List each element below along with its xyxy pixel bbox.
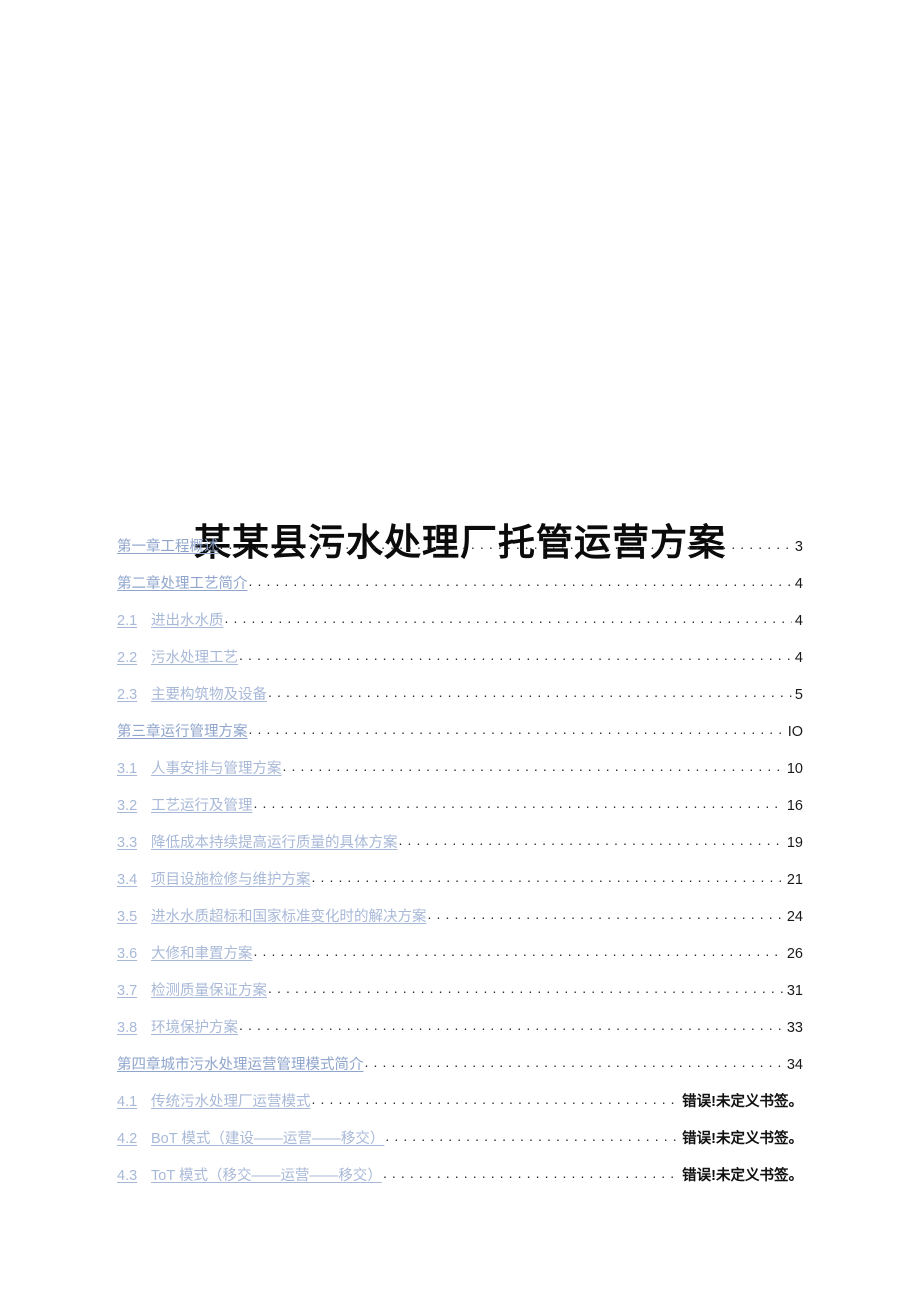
toc-entry-number[interactable]: 3.6 bbox=[117, 944, 151, 964]
toc-entry-number[interactable]: 3.4 bbox=[117, 870, 151, 890]
toc-bookmark-error: 错误!未定义书签。 bbox=[682, 1094, 803, 1110]
toc-entry[interactable]: 第四章城市污水处理运营管理模式简介 34 bbox=[117, 1054, 803, 1091]
toc-entry-label[interactable]: 第四章城市污水处理运营管理模式简介 bbox=[117, 1055, 364, 1075]
toc-entry[interactable]: 3.8环境保护方案 33 bbox=[117, 1017, 803, 1054]
toc-entry-label[interactable]: 降低成本持续提高运行质量的具体方案 bbox=[151, 833, 398, 853]
toc-entry[interactable]: 4.3ToT 模式（移交——运营——移交） 错误!未定义书签。 bbox=[117, 1165, 803, 1202]
toc-entry-label[interactable]: 环境保护方案 bbox=[151, 1018, 238, 1038]
toc-entry-label[interactable]: 第三章运行管理方案 bbox=[117, 722, 248, 742]
toc-dot-leader bbox=[312, 1089, 680, 1110]
toc-page-number: 5 bbox=[794, 687, 803, 703]
toc-entry-number[interactable]: 4.3 bbox=[117, 1166, 151, 1186]
toc-page-number: 34 bbox=[786, 1057, 803, 1073]
toc-entry-number[interactable]: 2.3 bbox=[117, 685, 151, 705]
toc-dot-leader bbox=[268, 682, 792, 703]
toc-entry-label[interactable]: 人事安排与管理方案 bbox=[151, 759, 282, 779]
toc-dot-leader bbox=[239, 645, 792, 666]
toc-dot-leader bbox=[239, 1015, 784, 1036]
toc-entry-number[interactable]: 3.8 bbox=[117, 1018, 151, 1038]
document-page: 某某县污水处理厂托管运营方案 第一章工程概述3第二章处理工艺简介42.1进出水水… bbox=[0, 0, 920, 1301]
toc-page-number: 21 bbox=[786, 872, 803, 888]
toc-entry-label[interactable]: 主要构筑物及设备 bbox=[151, 685, 267, 705]
toc-entry[interactable]: 3.1人事安排与管理方案 10 bbox=[117, 758, 803, 795]
toc-bookmark-error: 错误!未定义书签。 bbox=[682, 1168, 803, 1184]
toc-entry-label[interactable]: 第二章处理工艺简介 bbox=[117, 574, 248, 594]
toc-entry[interactable]: 2.2污水处理工艺 4 bbox=[117, 647, 803, 684]
toc-entry-label[interactable]: 进出水水质 bbox=[151, 611, 224, 631]
toc-dot-leader bbox=[399, 830, 784, 851]
toc-entry-label[interactable]: 工艺运行及管理 bbox=[151, 796, 253, 816]
toc-dot-leader bbox=[254, 793, 784, 814]
toc-page-number: 16 bbox=[786, 798, 803, 814]
toc-entry-label[interactable]: 进水水质超标和国家标准变化时的解决方案 bbox=[151, 907, 427, 927]
toc-entry[interactable]: 第二章处理工艺简介 4 bbox=[117, 573, 803, 610]
toc-entry-label[interactable]: 传统污水处理厂运营模式 bbox=[151, 1092, 311, 1112]
toc-entry[interactable]: 3.2工艺运行及管理 16 bbox=[117, 795, 803, 832]
toc-dot-leader bbox=[249, 571, 792, 592]
toc-entry[interactable]: 3.3降低成本持续提高运行质量的具体方案 19 bbox=[117, 832, 803, 869]
toc-entry[interactable]: 2.3主要构筑物及设备 5 bbox=[117, 684, 803, 721]
toc-page-number: 4 bbox=[794, 650, 803, 666]
toc-entry[interactable]: 2.1进出水水质 4 bbox=[117, 610, 803, 647]
toc-page-number: 4 bbox=[794, 576, 803, 592]
toc-entry[interactable]: 第三章运行管理方案 IO bbox=[117, 721, 803, 758]
toc-entry-label[interactable]: 检测质量保证方案 bbox=[151, 981, 267, 1001]
toc-entry[interactable]: 3.6大修和聿置方案 26 bbox=[117, 943, 803, 980]
toc-entry-number[interactable]: 3.2 bbox=[117, 796, 151, 816]
toc-dot-leader bbox=[249, 719, 785, 740]
toc-entry[interactable]: 3.7检测质量保证方案 31 bbox=[117, 980, 803, 1017]
toc-entry-number[interactable]: 3.5 bbox=[117, 907, 151, 927]
toc-entry-label[interactable]: BoT 模式（建设——运营——移交） bbox=[151, 1129, 384, 1149]
toc-dot-leader bbox=[428, 904, 784, 925]
toc-dot-leader bbox=[268, 978, 784, 999]
table-of-contents: 第一章工程概述 3 第二章处理工艺简介 4 2.1进出水水质 4 2.2污水处理工艺 4 2.3… bbox=[117, 536, 803, 1202]
toc-dot-leader bbox=[220, 534, 792, 555]
toc-entry-number[interactable]: 3.7 bbox=[117, 981, 151, 1001]
toc-page-number: 19 bbox=[786, 835, 803, 851]
toc-dot-leader bbox=[254, 941, 784, 962]
toc-entry[interactable]: 3.4项目设施检修与维护方案 21 bbox=[117, 869, 803, 906]
toc-entry[interactable]: 4.2BoT 模式（建设——运营——移交） 错误!未定义书签。 bbox=[117, 1128, 803, 1165]
toc-page-number: 3 bbox=[794, 539, 803, 555]
toc-entry-number[interactable]: 4.2 bbox=[117, 1129, 151, 1149]
toc-entry-number[interactable]: 2.1 bbox=[117, 611, 151, 631]
toc-bookmark-error: 错误!未定义书签。 bbox=[682, 1131, 803, 1147]
toc-dot-leader bbox=[385, 1126, 679, 1147]
toc-page-number: IO bbox=[787, 724, 803, 740]
toc-entry-number[interactable]: 3.3 bbox=[117, 833, 151, 853]
toc-page-number: 24 bbox=[786, 909, 803, 925]
toc-entry-label[interactable]: 大修和聿置方案 bbox=[151, 944, 253, 964]
toc-dot-leader bbox=[383, 1163, 679, 1184]
toc-entry[interactable]: 第一章工程概述 3 bbox=[117, 536, 803, 573]
toc-entry-number[interactable]: 4.1 bbox=[117, 1092, 151, 1112]
toc-dot-leader bbox=[312, 867, 784, 888]
toc-page-number: 31 bbox=[786, 983, 803, 999]
toc-entry-number[interactable]: 3.1 bbox=[117, 759, 151, 779]
toc-entry[interactable]: 4.1传统污水处理厂运营模式 错误!未定义书签。 bbox=[117, 1091, 803, 1128]
toc-dot-leader bbox=[283, 756, 784, 777]
toc-page-number: 26 bbox=[786, 946, 803, 962]
toc-page-number: 10 bbox=[786, 761, 803, 777]
toc-entry-label[interactable]: 污水处理工艺 bbox=[151, 648, 238, 668]
toc-entry[interactable]: 3.5进水水质超标和国家标准变化时的解决方案 24 bbox=[117, 906, 803, 943]
toc-entry-number[interactable]: 2.2 bbox=[117, 648, 151, 668]
toc-entry-label[interactable]: 第一章工程概述 bbox=[117, 537, 219, 557]
toc-page-number: 4 bbox=[794, 613, 803, 629]
toc-dot-leader bbox=[365, 1052, 784, 1073]
toc-entry-label[interactable]: ToT 模式（移交——运营——移交） bbox=[151, 1166, 382, 1186]
toc-page-number: 33 bbox=[786, 1020, 803, 1036]
toc-dot-leader bbox=[225, 608, 792, 629]
toc-entry-label[interactable]: 项目设施检修与维护方案 bbox=[151, 870, 311, 890]
